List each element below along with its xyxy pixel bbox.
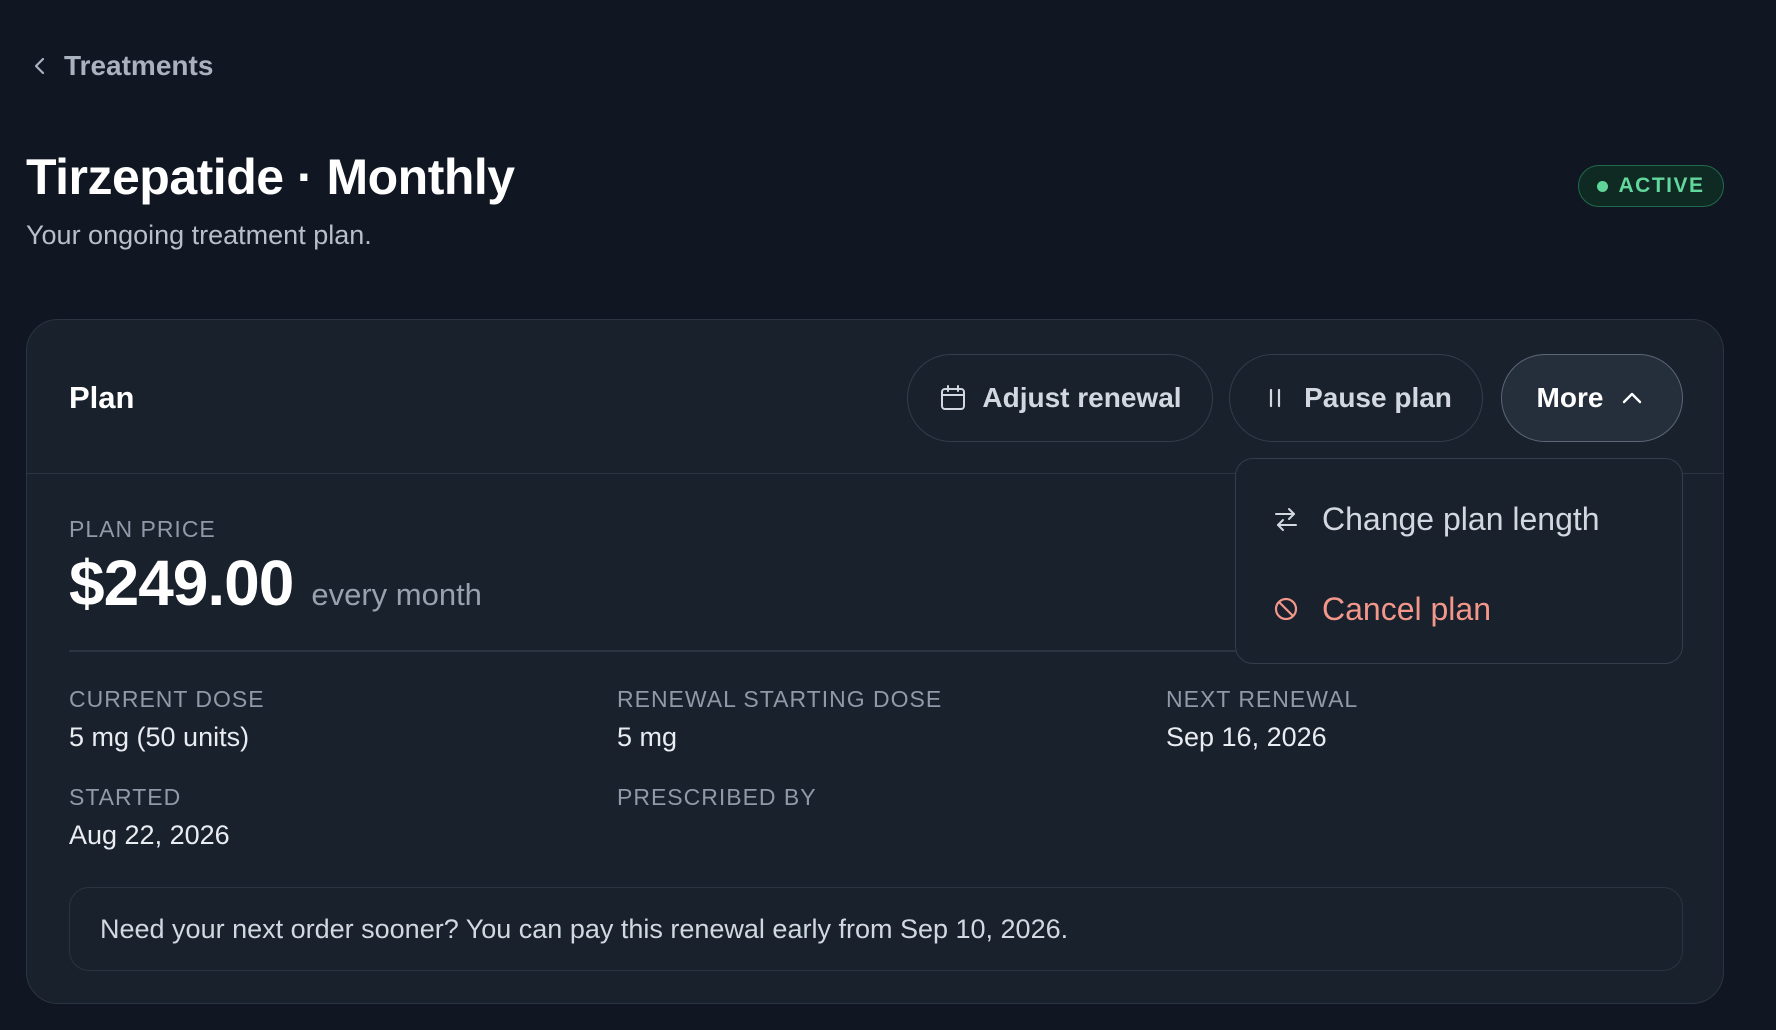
next-renewal-label: NEXT RENEWAL: [1166, 686, 1359, 712]
chevron-up-icon: [1623, 392, 1642, 404]
chevron-left-icon: [34, 57, 45, 75]
page-title: Tirzepatide · Monthly: [26, 149, 515, 205]
current-dose-label: CURRENT DOSE: [69, 686, 265, 712]
plan-card: Plan Adjust renewal Pause plan More Chan…: [26, 319, 1724, 1004]
renewal-dose-value: 5 mg: [617, 722, 678, 752]
next-renewal-value: Sep 16, 2026: [1166, 722, 1327, 752]
status-badge-label: ACTIVE: [1618, 174, 1705, 197]
renewal-dose-label: RENEWAL STARTING DOSE: [617, 686, 943, 712]
pause-plan-label: Pause plan: [1304, 382, 1452, 413]
page-subtitle: Your ongoing treatment plan.: [26, 220, 372, 250]
more-dropdown-menu: Change plan length Cancel plan: [1235, 458, 1683, 664]
prescribed-by-label: PRESCRIBED BY: [617, 784, 817, 810]
more-label: More: [1536, 382, 1604, 413]
started-value: Aug 22, 2026: [69, 820, 230, 850]
breadcrumb-back-link[interactable]: Treatments: [30, 50, 213, 82]
adjust-renewal-label: Adjust renewal: [982, 382, 1182, 413]
plan-detail-page: Treatments Tirzepatide · Monthly Your on…: [0, 0, 1776, 1030]
more-menu-button[interactable]: More: [1501, 354, 1683, 442]
cancel-plan-label: Cancel plan: [1322, 590, 1491, 627]
ban-icon: [1274, 597, 1298, 621]
adjust-renewal-button[interactable]: Adjust renewal: [907, 354, 1213, 442]
plan-card-header: Plan Adjust renewal Pause plan More Chan…: [27, 320, 1723, 664]
plan-price-period: every month: [311, 577, 482, 612]
plan-price-label: PLAN PRICE: [69, 516, 216, 542]
menu-item-cancel-plan[interactable]: Cancel plan: [1236, 569, 1682, 649]
current-dose-value: 5 mg (50 units): [69, 722, 250, 752]
status-dot: [1597, 180, 1609, 192]
swap-arrows-icon: [1275, 508, 1297, 531]
early-renewal-note: Need your next order sooner? You can pay…: [69, 887, 1683, 971]
plan-card-title: Plan: [69, 380, 135, 415]
pause-icon: [1269, 388, 1281, 408]
status-badge: ACTIVE: [1578, 165, 1724, 207]
calendar-icon: [941, 385, 966, 410]
started-label: STARTED: [69, 784, 182, 810]
plan-price: $249.00 every month: [69, 546, 482, 620]
pause-plan-button[interactable]: Pause plan: [1229, 354, 1483, 442]
menu-item-change-plan-length[interactable]: Change plan length: [1236, 479, 1682, 559]
plan-price-amount: $249.00: [69, 547, 294, 619]
breadcrumb-label: Treatments: [64, 50, 214, 81]
change-plan-length-label: Change plan length: [1322, 500, 1600, 537]
